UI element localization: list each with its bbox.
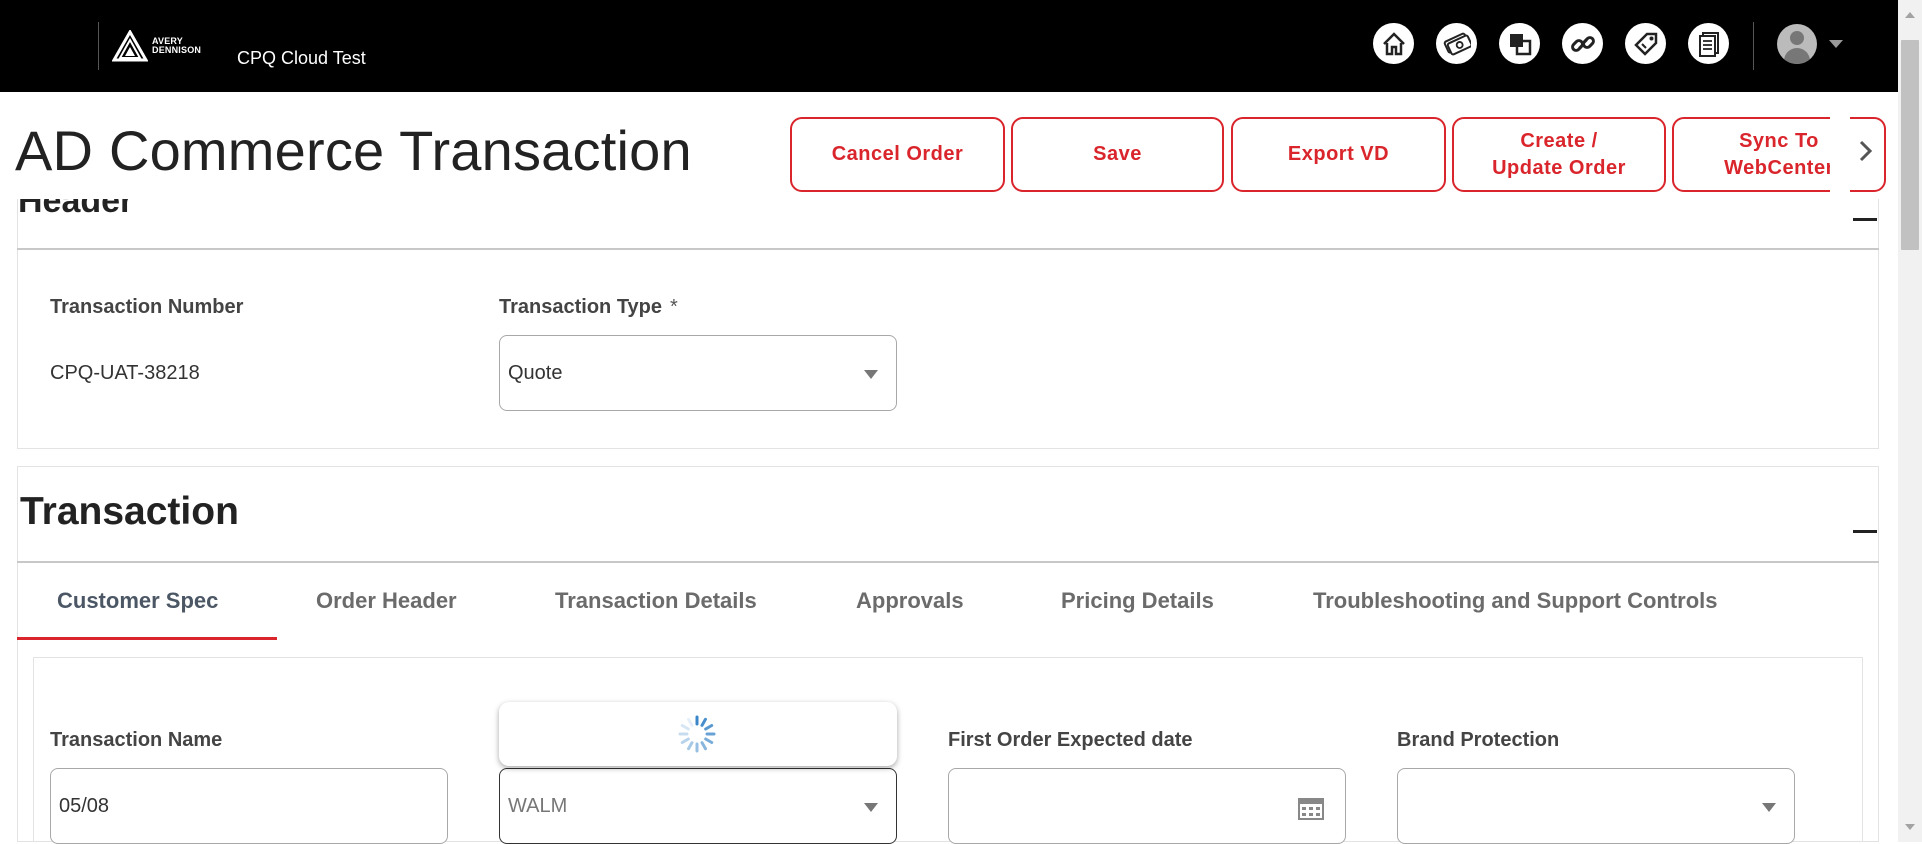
- avery-dennison-logo[interactable]: AVERY DENNISON: [112, 30, 201, 62]
- transaction-name-label: Transaction Name: [50, 729, 223, 751]
- tab-customer-spec[interactable]: Customer Spec: [57, 588, 218, 614]
- transaction-number-label: Transaction Number: [50, 296, 244, 318]
- scroll-up-icon[interactable]: [1905, 12, 1915, 18]
- retailer-value: WALM: [508, 795, 568, 817]
- transaction-collapse-icon[interactable]: [1853, 530, 1877, 533]
- transaction-section-title: Transaction: [20, 490, 239, 533]
- create-update-label-line-1: Create /: [1520, 129, 1598, 152]
- save-label: Save: [1093, 143, 1142, 165]
- tab-approvals[interactable]: Approvals: [856, 588, 964, 614]
- transaction-name-value: 05/08: [59, 795, 110, 817]
- export-vd-label: Export VD: [1287, 143, 1390, 165]
- retailer-select[interactable]: WALM: [499, 768, 897, 844]
- transaction-type-label-text: Transaction Type: [499, 296, 663, 318]
- scrollbar-thumb[interactable]: [1901, 40, 1919, 250]
- logo-mark-icon: [112, 30, 148, 62]
- tab-troubleshooting[interactable]: Troubleshooting and Support Controls: [1313, 588, 1718, 614]
- user-avatar[interactable]: [1777, 24, 1817, 64]
- transaction-type-label: Transaction Type *: [499, 296, 678, 319]
- topbar-divider: [98, 22, 99, 70]
- tab-pricing-details[interactable]: Pricing Details: [1061, 588, 1214, 614]
- save-button[interactable]: Save: [1011, 117, 1224, 192]
- tab-order-header[interactable]: Order Header: [316, 588, 457, 614]
- user-menu-caret-icon[interactable]: [1829, 40, 1843, 48]
- brand-protection-select[interactable]: [1397, 768, 1795, 844]
- nav-icon-group: [1373, 23, 1729, 64]
- money-icon[interactable]: [1436, 23, 1477, 64]
- logo-wordmark: AVERY DENNISON: [152, 37, 201, 55]
- app-title: CPQ Cloud Test: [237, 48, 366, 68]
- nav-separator: [1753, 22, 1754, 70]
- create-update-order-button[interactable]: Create / Update Order: [1452, 117, 1666, 192]
- loading-popup: [499, 702, 897, 766]
- transaction-number-value: CPQ-UAT-38218: [50, 362, 200, 384]
- avatar-head: [1790, 31, 1804, 45]
- sync-label-line-1: Sync To: [1739, 129, 1819, 152]
- active-tab-indicator: [17, 637, 277, 640]
- required-marker: *: [670, 296, 678, 318]
- page-title: AD Commerce Transaction: [15, 119, 692, 182]
- chevron-right-icon[interactable]: [1850, 136, 1880, 166]
- cancel-order-label: Cancel Order: [831, 143, 964, 165]
- transaction-type-select[interactable]: Quote: [499, 335, 897, 411]
- cancel-order-button[interactable]: Cancel Order: [790, 117, 1005, 192]
- tag-icon[interactable]: [1625, 23, 1666, 64]
- loading-spinner-icon: [678, 715, 716, 753]
- home-icon[interactable]: [1373, 23, 1414, 64]
- link-icon[interactable]: [1562, 23, 1603, 64]
- chevron-down-icon: [864, 803, 878, 812]
- button-overflow-mask: [1830, 110, 1850, 200]
- vertical-scrollbar[interactable]: [1898, 0, 1922, 842]
- transaction-type-value: Quote: [508, 362, 563, 384]
- first-order-date-input[interactable]: [948, 768, 1346, 844]
- logo-line-2: DENNISON: [152, 45, 202, 55]
- header-section-rule: [17, 248, 1879, 250]
- chevron-down-icon: [1762, 803, 1776, 812]
- chevron-down-icon: [864, 370, 878, 379]
- sync-label-line-2: WebCenter: [1724, 156, 1834, 179]
- create-update-label-line-2: Update Order: [1492, 156, 1626, 179]
- scroll-down-icon[interactable]: [1905, 824, 1915, 830]
- header-section: [17, 180, 1879, 449]
- avatar-body: [1784, 48, 1810, 64]
- document-icon[interactable]: [1688, 23, 1729, 64]
- first-order-date-label: First Order Expected date: [948, 729, 1193, 751]
- brand-protection-label: Brand Protection: [1397, 729, 1560, 751]
- top-nav-bar: AVERY DENNISON CPQ Cloud Test: [0, 0, 1898, 92]
- calendar-icon[interactable]: [1297, 795, 1325, 821]
- header-collapse-icon[interactable]: [1853, 218, 1877, 221]
- transaction-name-input[interactable]: 05/08: [50, 768, 448, 844]
- transaction-section-rule: [17, 561, 1879, 563]
- tab-transaction-details[interactable]: Transaction Details: [555, 588, 757, 614]
- export-vd-button[interactable]: Export VD: [1231, 117, 1446, 192]
- copy-icon[interactable]: [1499, 23, 1540, 64]
